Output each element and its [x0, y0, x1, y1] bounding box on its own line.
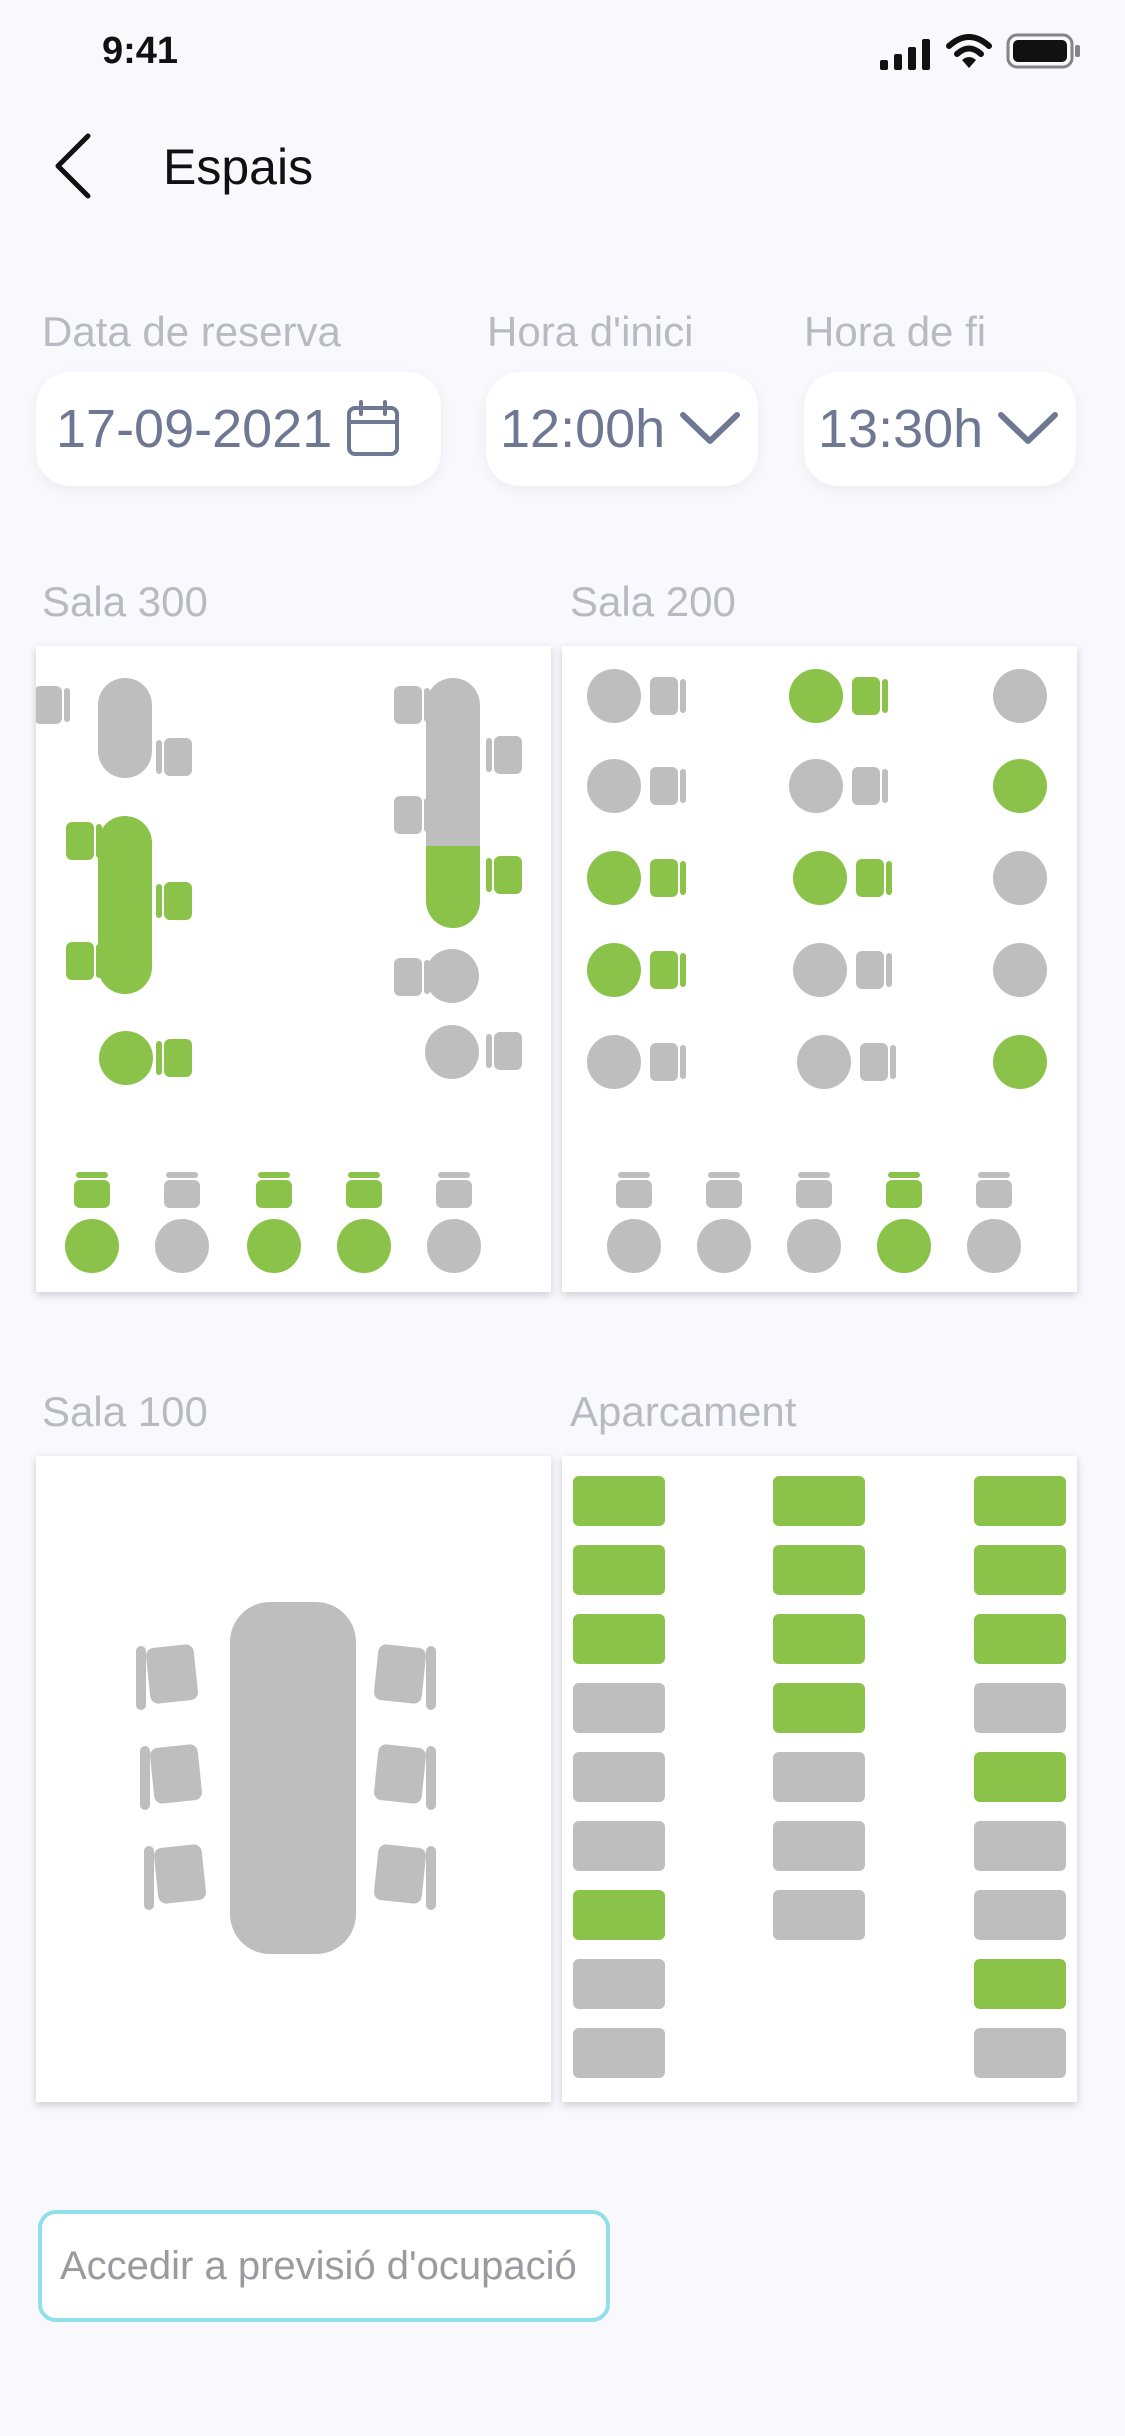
parking-spot[interactable] [974, 1614, 1066, 1664]
parking-spot[interactable] [573, 1959, 665, 2009]
sala300-floorplan [34, 678, 522, 1273]
date-value: 17-09-2021 [56, 399, 333, 459]
parking-spot[interactable] [573, 1821, 665, 1871]
room-map-sala200[interactable] [562, 646, 1077, 1292]
parking-spot[interactable] [974, 1821, 1066, 1871]
parking-spot[interactable] [773, 1545, 865, 1595]
parking-spot[interactable] [773, 1752, 865, 1802]
parking-spot[interactable] [573, 2028, 665, 2078]
start-time-select[interactable]: 12:00h [486, 372, 758, 486]
parking-spot[interactable] [773, 1614, 865, 1664]
room-label-sala200: Sala 200 [570, 578, 736, 625]
calendar-icon [347, 400, 400, 456]
back-arrow-icon[interactable] [48, 130, 98, 202]
parking-map[interactable] [562, 1456, 1077, 2102]
parking-spot[interactable] [773, 1821, 865, 1871]
sala200-floorplan [587, 669, 1047, 1273]
parking-spot[interactable] [773, 1476, 865, 1526]
parking-spot[interactable] [974, 1959, 1066, 2009]
end-time-label: Hora de fi [804, 308, 987, 355]
room-label-sala100: Sala 100 [42, 1388, 208, 1435]
parking-spot[interactable] [974, 1476, 1066, 1526]
wifi-icon [946, 34, 992, 68]
room-label-sala300: Sala 300 [42, 578, 208, 625]
parking-spot[interactable] [573, 1614, 665, 1664]
chevron-down-icon [680, 412, 741, 444]
parking-floorplan [573, 1476, 1066, 2078]
parking-spot[interactable] [974, 1752, 1066, 1802]
end-time-select[interactable]: 13:30h [804, 372, 1076, 486]
start-time-label: Hora d'inici [487, 308, 694, 355]
sala100-floorplan [136, 1602, 436, 1954]
start-time-value: 12:00h [500, 399, 666, 459]
parking-spot[interactable] [573, 1476, 665, 1526]
parking-spot[interactable] [773, 1683, 865, 1733]
parking-spot[interactable] [974, 2028, 1066, 2078]
end-time-value: 13:30h [818, 399, 984, 459]
page-title: Espais [163, 139, 314, 195]
parking-spot[interactable] [573, 1545, 665, 1595]
parking-spot[interactable] [773, 1890, 865, 1940]
parking-spot[interactable] [573, 1683, 665, 1733]
chevron-down-icon [998, 412, 1059, 444]
date-picker[interactable]: 17-09-2021 [36, 372, 441, 486]
battery-icon [1006, 33, 1080, 69]
date-label: Data de reserva [42, 308, 341, 355]
parking-spot[interactable] [573, 1890, 665, 1940]
room-label-parking: Aparcament [570, 1388, 797, 1435]
cellular-signal-icon [880, 39, 930, 70]
room-map-sala100[interactable] [36, 1456, 551, 2102]
parking-spot[interactable] [573, 1752, 665, 1802]
parking-spot[interactable] [974, 1545, 1066, 1595]
room-map-sala300[interactable] [34, 646, 551, 1292]
occupancy-forecast-button[interactable]: Accedir a previsió d'ocupació [38, 2210, 610, 2322]
status-time: 9:41 [102, 30, 179, 72]
parking-spot[interactable] [974, 1683, 1066, 1733]
parking-spot[interactable] [974, 1890, 1066, 1940]
